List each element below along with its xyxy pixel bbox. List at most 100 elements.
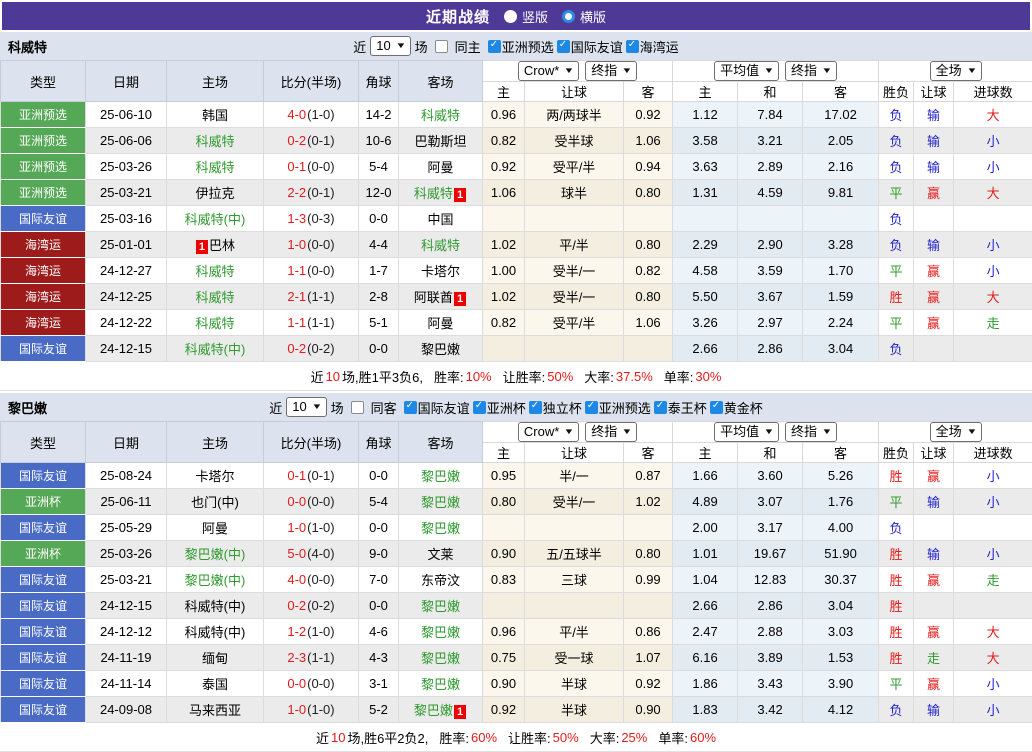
checkbox-checked-icon[interactable] [488,40,501,53]
match-date: 24-12-15 [86,593,167,619]
odds-period-select[interactable]: 终指▼ [585,422,637,442]
avg-source-select[interactable]: 平均值▼ [714,61,779,81]
match-type: 国际友谊 [1,645,86,671]
handicap-line: 半球 [525,697,624,723]
odds-home: 0.75 [483,645,525,671]
same-venue-label: 同客 [371,398,397,417]
result-goals: 小 [954,671,1032,697]
home-team-name: 黎巴嫩(中) [185,547,246,562]
checkbox-checked-icon[interactable] [404,401,417,414]
match-count-select[interactable]: 10▼ [370,36,410,56]
score: 1-0(0-0) [264,232,359,258]
scope-value: 全场 [936,424,962,440]
away-team: 黎巴嫩 [399,463,483,489]
halftime-score: (1-1) [307,289,334,304]
col-type: 类型 [1,422,86,463]
radio-unchecked-icon[interactable] [504,10,517,23]
match-date: 24-11-19 [86,645,167,671]
halftime-score: (1-0) [307,624,334,639]
odds-away [624,336,673,362]
summary-line: 近10场,胜1平3负6, 胜率:10%让胜率:50%大率:37.5%单率:30% [0,362,1032,391]
away-team-name: 黎巴嫩 [421,495,460,510]
radio-checked-icon[interactable] [562,10,575,23]
odds-source-select[interactable]: Crow*▼ [518,61,579,81]
result-goals: 小 [954,232,1032,258]
home-team-name: 阿曼 [202,521,228,536]
result-handicap: 赢 [914,463,954,489]
stat-value: 30% [695,369,721,384]
halftime-score: (1-1) [307,650,334,665]
avg-away: 2.05 [803,128,879,154]
stat-value: 10% [466,369,492,384]
match-count-select[interactable]: 10▼ [286,397,326,417]
avg-period-select[interactable]: 终指▼ [785,61,837,81]
home-team: 泰国 [167,671,264,697]
odds-period-value: 终指 [591,63,617,79]
chevron-down-icon: ▼ [966,424,977,440]
avg-draw: 3.60 [738,463,803,489]
checkbox-checked-icon[interactable] [710,401,723,414]
fulltime-score: 0-0 [287,494,306,509]
odds-home [483,515,525,541]
fulltime-score: 0-1 [287,159,306,174]
odds-source-select[interactable]: Crow*▼ [518,422,579,442]
league-filter[interactable]: 亚洲杯 [473,398,526,417]
league-label: 独立杯 [543,398,582,417]
corner-score: 7-0 [359,567,399,593]
away-team: 黎巴嫩1 [399,697,483,723]
checkbox-checked-icon[interactable] [654,401,667,414]
halftime-score: (0-0) [307,676,334,691]
table-row: 国际友谊24-11-14泰国0-0(0-0)3-1黎巴嫩0.90半球0.921.… [1,671,1032,697]
table-row: 海湾运24-12-25科威特2-1(1-1)2-8阿联酋11.02受半/一0.8… [1,284,1032,310]
away-team: 科威特 [399,102,483,128]
corner-score: 5-1 [359,310,399,336]
checkbox-checked-icon[interactable] [626,40,639,53]
league-label: 泰王杯 [668,398,707,417]
col-score: 比分(半场) [264,422,359,463]
avg-away: 1.76 [803,489,879,515]
league-filter[interactable]: 亚洲预选 [488,37,554,56]
scope-select[interactable]: 全场▼ [930,422,982,442]
score: 1-1(1-1) [264,310,359,336]
red-card-badge: 1 [196,240,208,254]
avg-home: 1.66 [673,463,738,489]
checkbox-checked-icon[interactable] [473,401,486,414]
result-goals [954,206,1032,232]
avg-period-select[interactable]: 终指▼ [785,422,837,442]
score: 4-0(1-0) [264,102,359,128]
page: 近期战绩 竖版 横版 科威特 近 10▼ 场 同主 亚洲预选国际友谊海湾运 [0,2,1032,752]
result-winloss: 负 [879,102,914,128]
away-team-name: 黎巴嫩 [421,651,460,666]
league-filter[interactable]: 海湾运 [626,37,679,56]
red-card-badge: 1 [454,188,466,202]
corner-score: 10-6 [359,128,399,154]
match-type: 国际友谊 [1,671,86,697]
games-label: 场 [415,37,428,56]
checkbox-checked-icon[interactable] [557,40,570,53]
home-team: 科威特 [167,310,264,336]
home-team-name: 科威特(中) [185,342,246,357]
league-filter[interactable]: 独立杯 [529,398,582,417]
avg-home: 3.63 [673,154,738,180]
avg-draw: 12.83 [738,567,803,593]
match-type: 亚洲预选 [1,180,86,206]
halftime-score: (1-0) [307,107,334,122]
layout-radio-horizontal[interactable]: 横版 [562,7,606,26]
layout-radio-vertical[interactable]: 竖版 [504,7,548,26]
home-team-name: 科威特 [195,160,234,175]
league-filter[interactable]: 国际友谊 [404,398,470,417]
checkbox-checked-icon[interactable] [529,401,542,414]
avg-source-select[interactable]: 平均值▼ [714,422,779,442]
match-date: 25-06-06 [86,128,167,154]
same-venue-checkbox[interactable] [351,401,364,414]
league-filter[interactable]: 亚洲预选 [585,398,651,417]
odds-period-select[interactable]: 终指▼ [585,61,637,81]
scope-select[interactable]: 全场▼ [930,61,982,81]
result-goals: 小 [954,697,1032,723]
same-venue-checkbox[interactable] [435,40,448,53]
league-filter[interactable]: 国际友谊 [557,37,623,56]
league-filter[interactable]: 黄金杯 [710,398,763,417]
league-filter[interactable]: 泰王杯 [654,398,707,417]
col-date: 日期 [86,422,167,463]
checkbox-checked-icon[interactable] [585,401,598,414]
